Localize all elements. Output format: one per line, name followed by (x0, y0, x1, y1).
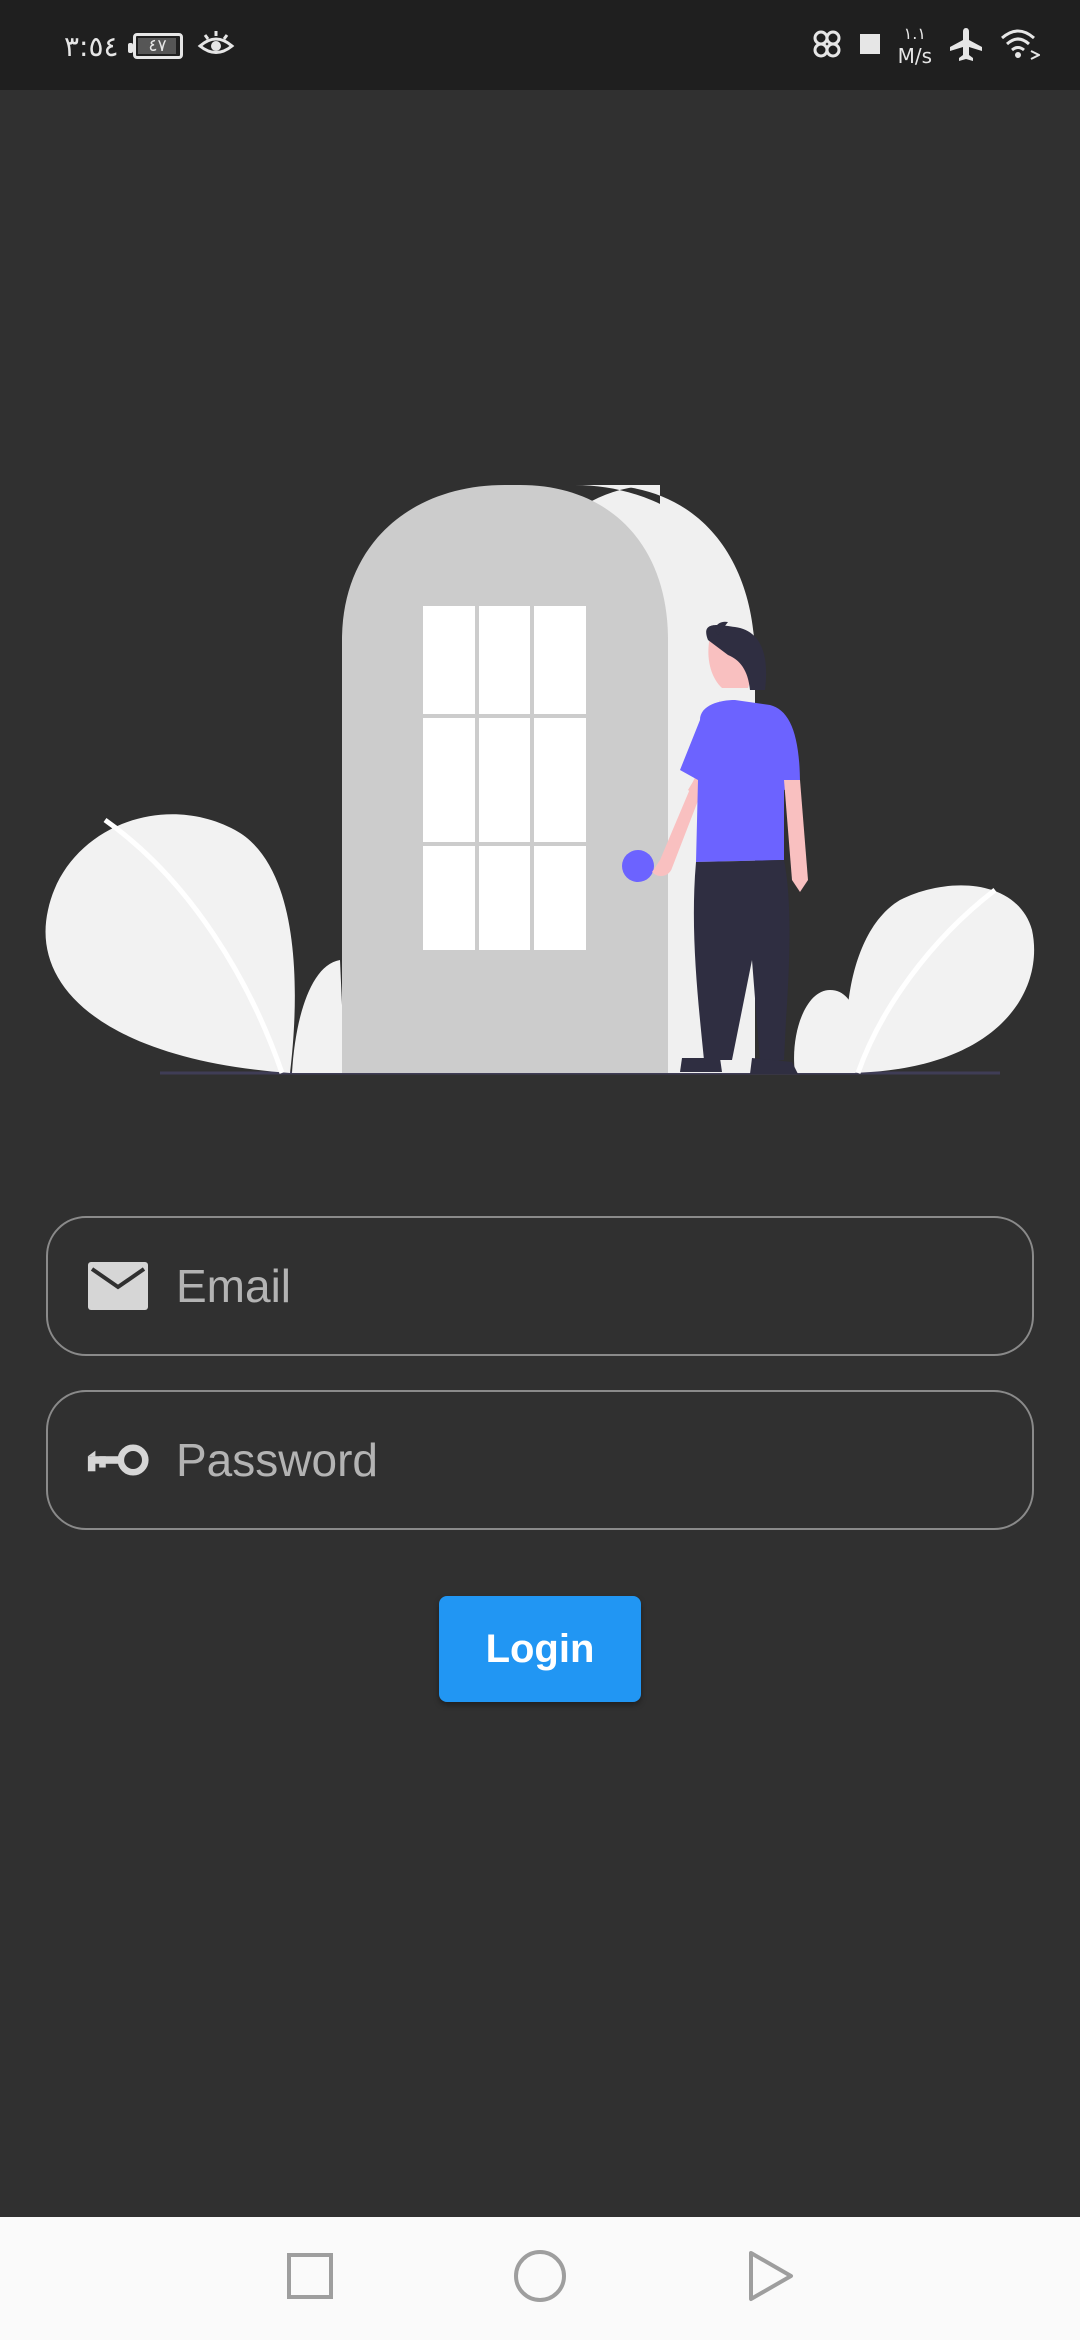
door-window-icon (423, 606, 586, 950)
status-time: ٣:٥٤ (64, 29, 119, 63)
login-button[interactable]: Login (439, 1596, 641, 1702)
key-icon (86, 1434, 150, 1486)
mail-icon (86, 1260, 150, 1312)
password-field[interactable] (46, 1390, 1034, 1530)
net-speed-unit: M/s (897, 44, 932, 68)
recents-square-icon[interactable] (275, 2241, 345, 2311)
status-left: ٣:٥٤ ٤٧ (64, 26, 235, 66)
home-circle-icon[interactable] (505, 2241, 575, 2311)
eye-icon (197, 29, 235, 64)
battery-level: ٤٧ (148, 36, 167, 56)
back-triangle-icon[interactable] (735, 2241, 805, 2311)
navigation-bar (0, 2217, 1080, 2340)
status-bar: ٣:٥٤ ٤٧ ١.١ M/s (0, 0, 1080, 90)
email-input[interactable] (174, 1258, 1032, 1314)
wifi-icon (1000, 27, 1042, 66)
net-speed-value: ١.١ (903, 24, 926, 43)
data-saver-icon (812, 29, 842, 64)
net-speed: ١.١ M/s (897, 24, 932, 68)
login-illustration (0, 470, 1080, 1090)
battery-icon: ٤٧ (127, 33, 183, 59)
status-right: ١.١ M/s (812, 22, 1042, 70)
email-field[interactable] (46, 1216, 1034, 1356)
password-input[interactable] (174, 1432, 1032, 1488)
stop-icon (858, 32, 882, 61)
airplane-icon (948, 26, 984, 67)
right-plant-icon (794, 885, 1035, 1074)
left-plant-icon (45, 814, 345, 1074)
